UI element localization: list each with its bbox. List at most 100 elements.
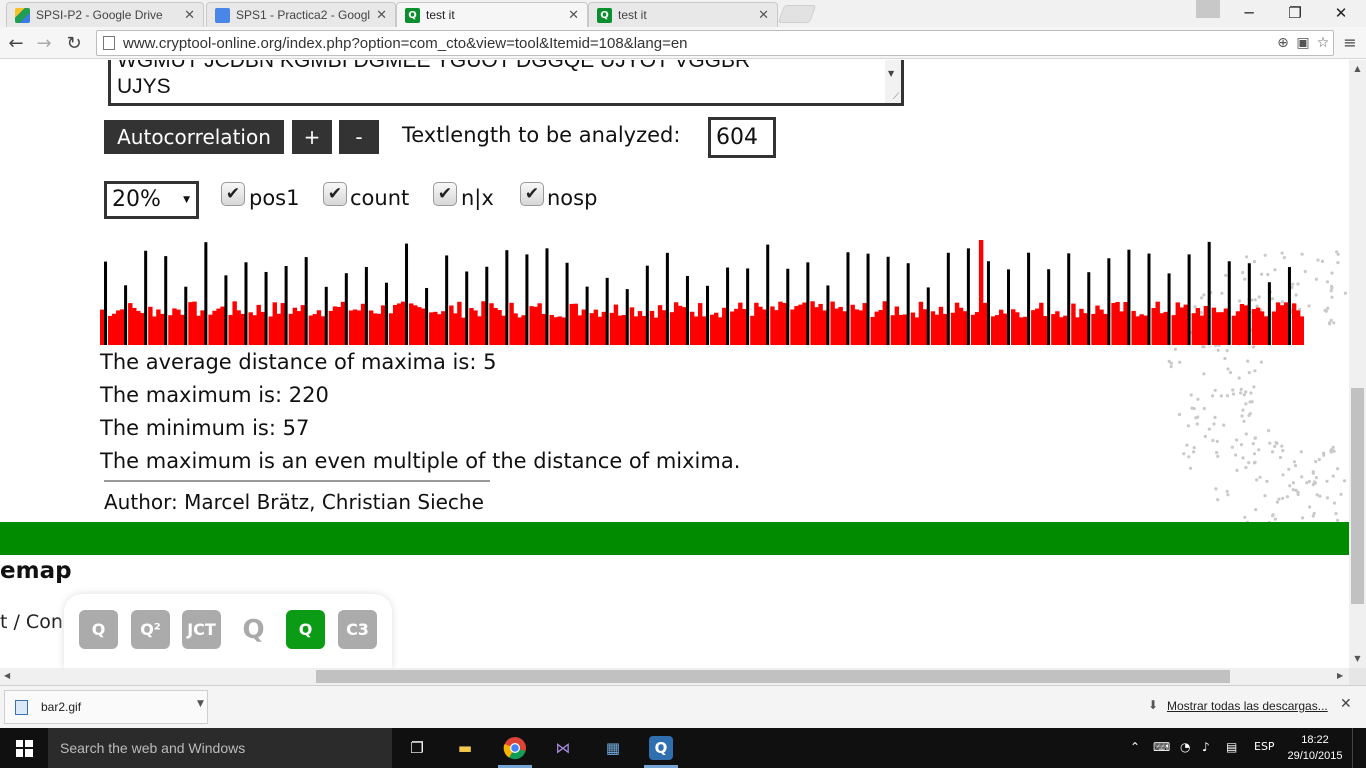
file-explorer-icon[interactable]: ▬ xyxy=(450,734,480,762)
tab-docs[interactable]: SPS1 - Practica2 - Google ✕ xyxy=(206,2,396,27)
user-icon[interactable] xyxy=(1196,0,1220,18)
contact-link[interactable]: t / Con xyxy=(0,611,63,633)
task-view-icon[interactable]: ❐ xyxy=(402,734,432,762)
decoration-dot xyxy=(1325,479,1329,483)
close-window-icon[interactable]: ✕ xyxy=(1318,0,1364,26)
language-indicator[interactable]: ESP xyxy=(1254,740,1275,753)
new-tab-button[interactable] xyxy=(777,5,817,23)
decoration-dot xyxy=(1214,487,1218,491)
notifications-icon[interactable]: ▤ xyxy=(1226,740,1237,754)
scroll-up-icon[interactable]: ▲ xyxy=(1349,64,1366,73)
ciphertext-area[interactable]: WGMUT JCDBN KGMBI DGMEE YGUOT DGGQE UJYO… xyxy=(108,60,904,106)
scroll-right-icon[interactable]: ▶ xyxy=(1337,671,1343,680)
scroll-down-icon[interactable]: ▼ xyxy=(888,69,894,78)
google-drive-icon xyxy=(15,7,30,23)
correlation-bar xyxy=(994,315,1000,345)
autocorrelation-button[interactable]: Autocorrelation xyxy=(104,120,284,154)
ciphertext-scrollbar[interactable]: ▼ ⟋ xyxy=(885,60,901,103)
close-icon[interactable]: ✕ xyxy=(184,7,195,23)
scrollbar-thumb[interactable] xyxy=(1351,388,1364,604)
checkbox-nx[interactable]: ✔ xyxy=(433,182,457,206)
image-file-icon xyxy=(15,700,28,715)
visual-studio-icon[interactable]: ⋈ xyxy=(548,734,578,762)
url-text[interactable]: www.cryptool-online.org/index.php?option… xyxy=(123,35,1273,52)
maxima-bar xyxy=(384,282,388,345)
ct3-logo[interactable]: C3 xyxy=(338,610,377,649)
taskbar-search[interactable]: Search the web and Windows xyxy=(48,728,392,768)
close-icon[interactable]: ✕ xyxy=(376,7,387,23)
sitemap-heading[interactable]: emap xyxy=(0,558,72,584)
paint-icon[interactable]: ▦ xyxy=(598,734,628,762)
chevron-up-icon[interactable]: ⌃ xyxy=(1130,740,1140,754)
keyboard-icon[interactable]: ⌨ xyxy=(1153,740,1170,754)
download-file-name[interactable]: bar2.gif xyxy=(41,700,81,714)
tab-test-it-active[interactable]: Q test it ✕ xyxy=(396,2,588,27)
close-icon[interactable]: ✕ xyxy=(1340,696,1352,712)
scrollbar-thumb[interactable] xyxy=(316,670,1230,683)
cryptool-taskbar-icon[interactable]: Q xyxy=(646,734,676,762)
textlength-input[interactable]: 604 xyxy=(708,117,776,158)
plus-button[interactable]: + xyxy=(292,120,332,154)
checkbox-pos1[interactable]: ✔ xyxy=(221,182,245,206)
correlation-bar xyxy=(308,315,314,345)
zoom-icon[interactable]: ⊕ xyxy=(1273,35,1293,51)
correlation-bar xyxy=(1055,311,1060,345)
correlation-bar xyxy=(577,315,582,345)
minus-button[interactable]: - xyxy=(339,120,379,154)
taskbar-clock[interactable]: 18:22 29/10/2015 xyxy=(1286,732,1344,764)
correlation-bar xyxy=(300,305,306,345)
checkbox-nosp[interactable]: ✔ xyxy=(520,182,544,206)
resize-grip-icon[interactable]: ⟋ xyxy=(893,92,899,102)
scroll-left-icon[interactable]: ◀ xyxy=(4,671,10,680)
decoration-dot xyxy=(1202,372,1206,376)
clock-date: 29/10/2015 xyxy=(1287,750,1343,762)
cto-logo[interactable]: Q xyxy=(286,610,325,649)
minimize-icon[interactable]: ─ xyxy=(1226,0,1272,26)
wifi-icon[interactable]: ◔ xyxy=(1180,740,1190,754)
page-horizontal-scrollbar[interactable]: ◀ ▶ xyxy=(0,668,1349,685)
correlation-bar xyxy=(1151,307,1156,345)
tab-test-it[interactable]: Q test it ✕ xyxy=(588,2,778,27)
menu-icon[interactable]: ≡ xyxy=(1340,33,1360,53)
tab-drive[interactable]: SPSI-P2 - Google Drive ✕ xyxy=(6,2,204,27)
decoration-dot xyxy=(1177,412,1182,417)
close-icon[interactable]: ✕ xyxy=(758,7,769,23)
decoration-dot xyxy=(1263,494,1267,498)
download-item[interactable]: bar2.gif ▼ xyxy=(4,690,208,724)
chrome-icon[interactable] xyxy=(500,734,530,762)
volume-icon[interactable]: ♪ xyxy=(1202,740,1210,754)
decoration-dot xyxy=(1285,495,1289,499)
ciphertext-text[interactable]: WGMUT JCDBN KGMBI DGMEE YGUOT DGGQE UJYO… xyxy=(111,60,871,100)
correlation-bar xyxy=(168,315,173,345)
jct-logo[interactable]: JCT xyxy=(182,610,221,649)
show-desktop-button[interactable] xyxy=(1352,728,1366,768)
decoration-dot xyxy=(1216,454,1220,458)
correlation-bar xyxy=(1235,311,1241,345)
reload-icon[interactable]: ↻ xyxy=(62,30,86,56)
translate-icon[interactable]: ▣ xyxy=(1293,35,1313,51)
show-all-downloads-link[interactable]: Mostrar todas las descargas... xyxy=(1167,699,1328,713)
ct2-logo[interactable]: Q² xyxy=(131,610,170,649)
checkbox-count[interactable]: ✔ xyxy=(323,182,347,206)
decoration-dot xyxy=(1280,444,1284,448)
start-button[interactable] xyxy=(0,728,48,768)
bookmark-star-icon[interactable]: ☆ xyxy=(1313,35,1333,51)
back-icon[interactable]: ← xyxy=(4,30,28,56)
page-vertical-scrollbar[interactable]: ▲ ▼ xyxy=(1349,60,1366,668)
correlation-bar xyxy=(1083,313,1088,345)
correlation-bar xyxy=(629,307,635,345)
scroll-down-icon[interactable]: ▼ xyxy=(1349,654,1366,663)
percent-select[interactable]: 20% ▼ xyxy=(104,181,199,219)
correlation-bar xyxy=(252,315,257,345)
chevron-down-icon[interactable]: ▼ xyxy=(197,699,204,709)
ct1-logo[interactable]: Q xyxy=(79,610,118,649)
decoration-dot xyxy=(1329,289,1333,293)
correlation-bar xyxy=(1291,303,1297,345)
decoration-dot xyxy=(1247,371,1251,375)
maxima-bar xyxy=(445,255,449,345)
address-bar[interactable]: www.cryptool-online.org/index.php?option… xyxy=(96,30,1334,56)
restore-icon[interactable]: ❐ xyxy=(1272,0,1318,26)
forward-icon[interactable]: → xyxy=(32,30,56,56)
cto-faded-logo[interactable]: Q xyxy=(234,610,273,649)
close-icon[interactable]: ✕ xyxy=(568,7,579,23)
